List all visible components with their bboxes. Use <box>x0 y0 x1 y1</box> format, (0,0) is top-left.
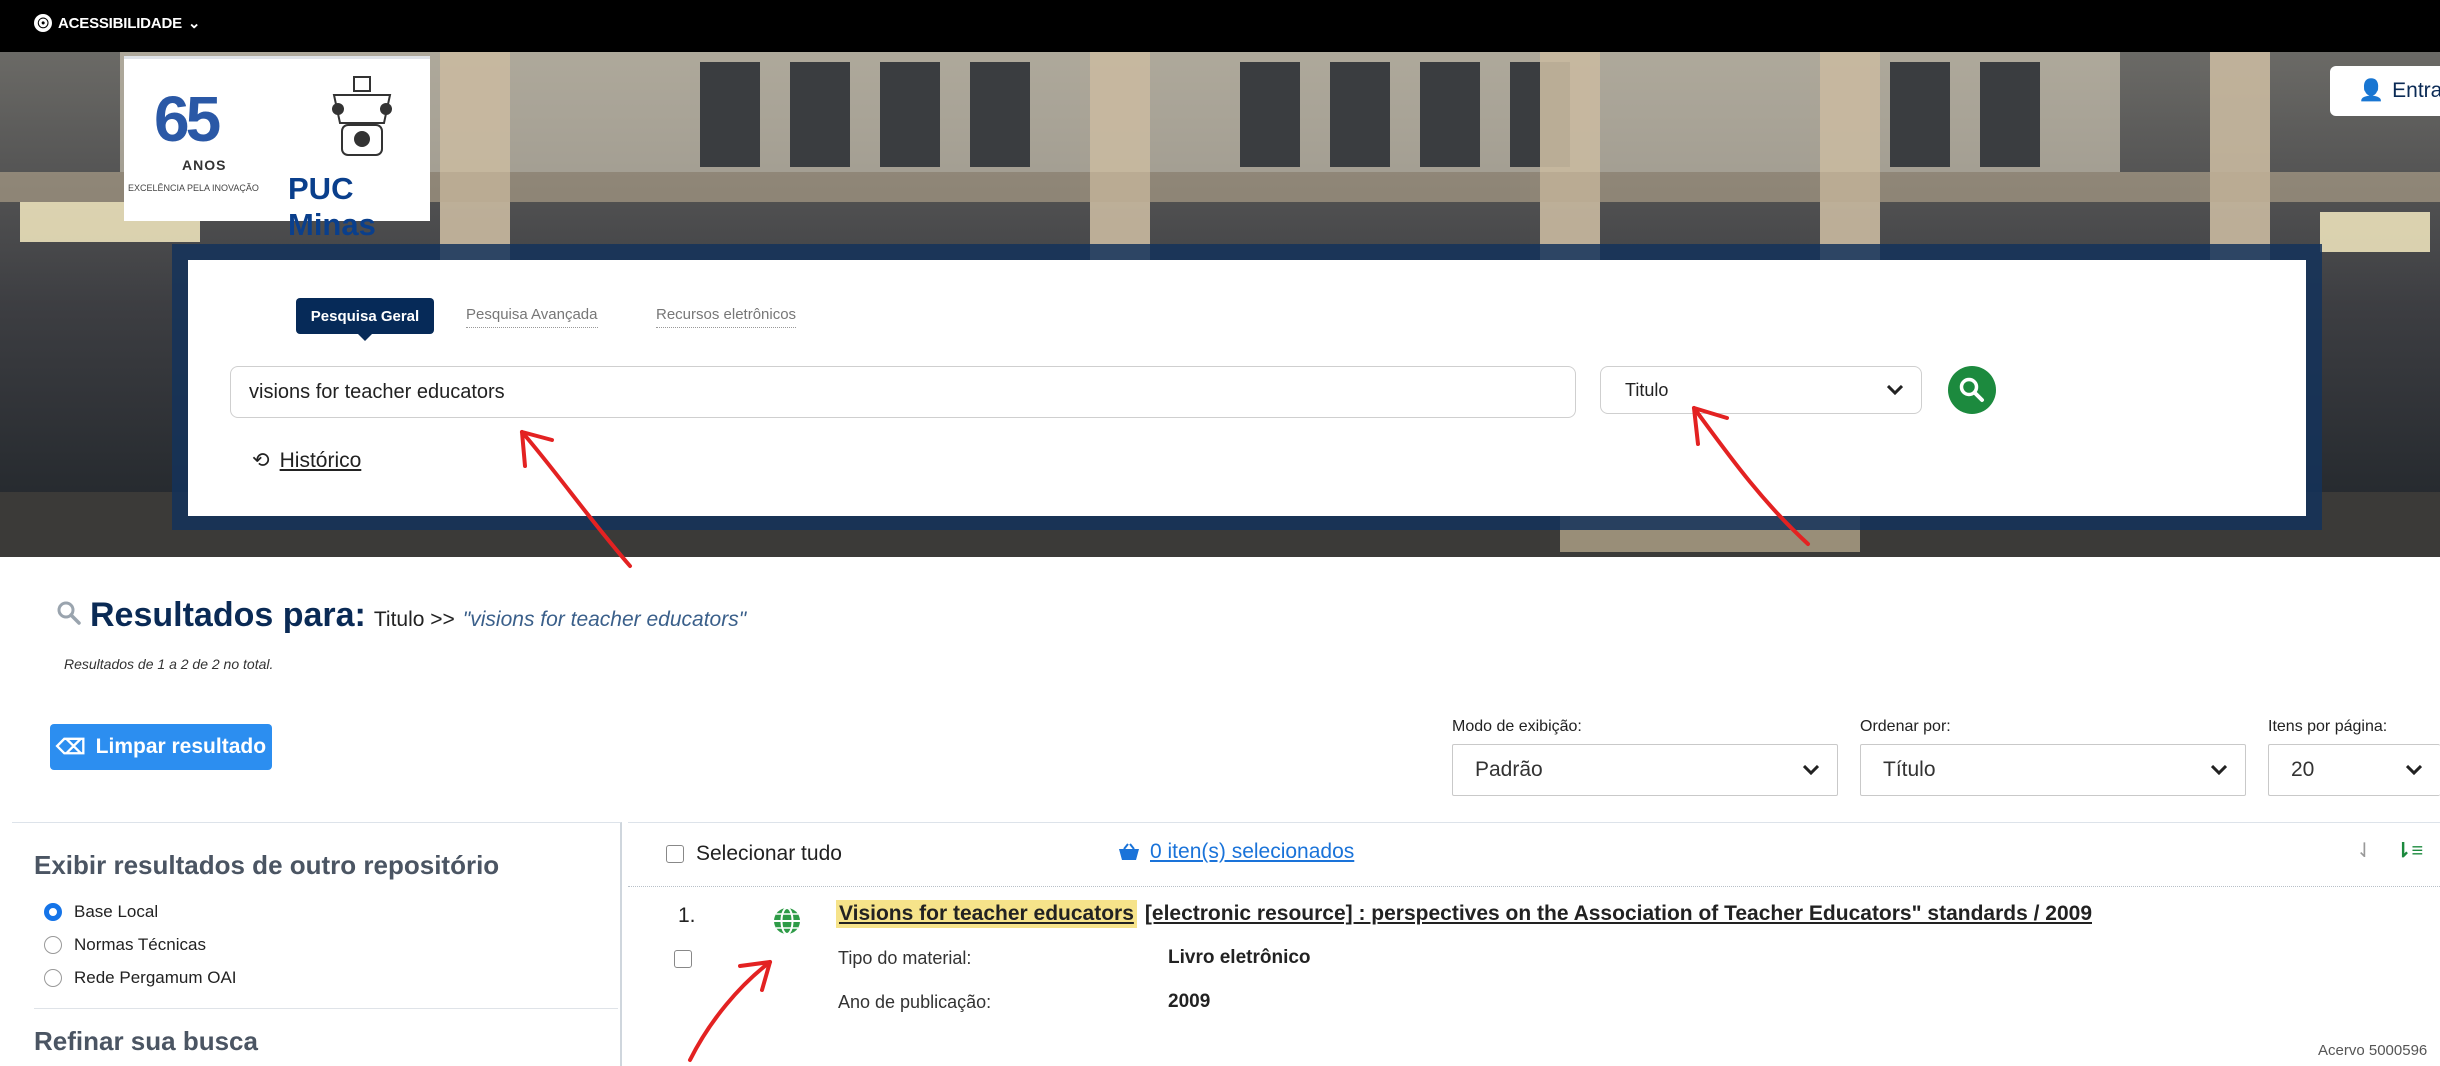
arrow-to-search-input <box>520 430 632 568</box>
annotation-arrows <box>520 406 1810 1062</box>
arrow-to-globe <box>688 960 772 1062</box>
arrow-to-field-select <box>1692 406 1810 546</box>
